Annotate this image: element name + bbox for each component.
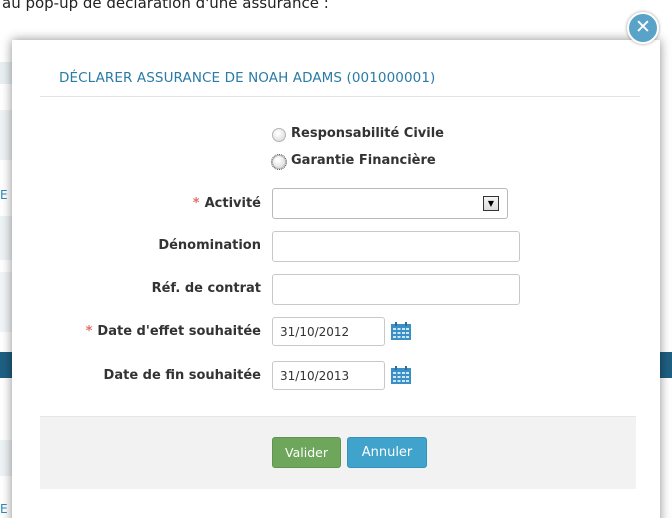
required-marker: * [85, 324, 93, 339]
activite-select[interactable]: ▼ [272, 188, 508, 219]
cancel-button[interactable]: Annuler [347, 437, 427, 468]
date-fin-input[interactable] [272, 361, 385, 390]
date-effet-label-text: Date d'effet souhaitée [97, 324, 261, 339]
calendar-icon[interactable] [390, 321, 412, 341]
ref-contrat-input[interactable] [272, 274, 520, 305]
title-divider [40, 96, 640, 97]
calendar-icon[interactable] [390, 365, 412, 385]
activite-label: * Activité [193, 196, 261, 211]
activite-label-text: Activité [204, 196, 261, 211]
radio-icon[interactable] [272, 127, 286, 142]
insurance-declaration-modal: DÉCLARER ASSURANCE DE NOAH ADAMS (001000… [12, 40, 660, 518]
date-fin-label: Date de fin souhaitée [103, 368, 261, 383]
denomination-input[interactable] [272, 231, 520, 262]
date-effet-label: * Date d'effet souhaitée [86, 324, 261, 339]
date-effet-input[interactable] [272, 317, 385, 346]
radio-icon[interactable] [271, 153, 287, 170]
background-right-bar [660, 352, 672, 378]
radio-label-responsabilite-civile: Responsabilité Civile [291, 125, 444, 141]
dropdown-arrow-icon[interactable]: ▼ [483, 196, 499, 211]
modal-title: DÉCLARER ASSURANCE DE NOAH ADAMS (001000… [59, 70, 436, 86]
background-letter-1: E [0, 188, 8, 202]
close-button[interactable]: ✕ [627, 12, 659, 44]
radio-label-garantie-financiere: Garantie Financière [291, 152, 436, 168]
background-letter-2: E [0, 502, 8, 516]
required-marker: * [192, 196, 200, 211]
validate-button[interactable]: Valider [272, 437, 341, 468]
background-intro-text: au pop-up de déclaration d'une assurance… [2, 0, 329, 12]
ref-contrat-label: Réf. de contrat [151, 281, 261, 296]
radio-garantie-financiere[interactable]: Garantie Financière [271, 152, 436, 170]
close-icon: ✕ [635, 16, 651, 38]
denomination-label: Dénomination [158, 238, 261, 253]
radio-responsabilite-civile[interactable]: Responsabilité Civile [272, 125, 444, 142]
